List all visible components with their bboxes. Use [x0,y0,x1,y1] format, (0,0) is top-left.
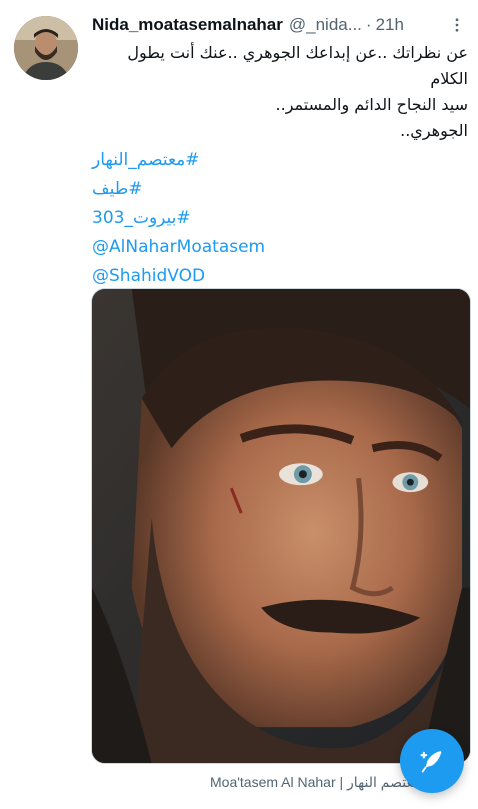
tweet-text-line-2: سيد النجاح الدائم والمستمر.. [275,95,468,114]
hashtag-list: #معتصم_النهار #طيف #بيروت_303 @AlNaharMo… [92,146,392,291]
compose-button[interactable] [400,729,464,793]
tweet-text-line-1: عن نظراتك ..عن إبداعك الجوهري ..عنك أنت … [127,43,468,88]
portrait-image [92,289,470,763]
hashtag-beirut-303[interactable]: #بيروت_303 [92,204,392,233]
hashtag-taif[interactable]: #طيف [92,175,392,204]
tweet-media-image[interactable] [91,288,471,764]
separator-dot: · [365,15,372,34]
mention-shahid[interactable]: @ShahidVOD [92,262,392,291]
avatar-image [14,16,78,80]
compose-feather-icon [420,751,442,773]
display-name[interactable]: Nida_moatasemalnahar [92,15,283,35]
tweet-header: Nida_moatasemalnahar @_nida... · 21h [92,12,468,38]
hashtag-moatasem[interactable]: #معتصم_النهار [92,146,392,175]
more-dots-icon[interactable] [446,14,468,36]
media-caption: Moa'tasem Al Nahar | معتصم النهار [210,774,421,790]
tweet-text: عن نظراتك ..عن إبداعك الجوهري ..عنك أنت … [92,40,468,144]
timestamp[interactable]: 21h [376,15,404,35]
tweet[interactable]: Nida_moatasemalnahar @_nida... · 21h عن … [0,0,478,809]
avatar[interactable] [14,16,78,80]
user-handle[interactable]: @_nida... [289,15,362,35]
mention-alnahar[interactable]: @AlNaharMoatasem [92,233,392,262]
tweet-text-line-3: الجوهري.. [400,121,468,140]
